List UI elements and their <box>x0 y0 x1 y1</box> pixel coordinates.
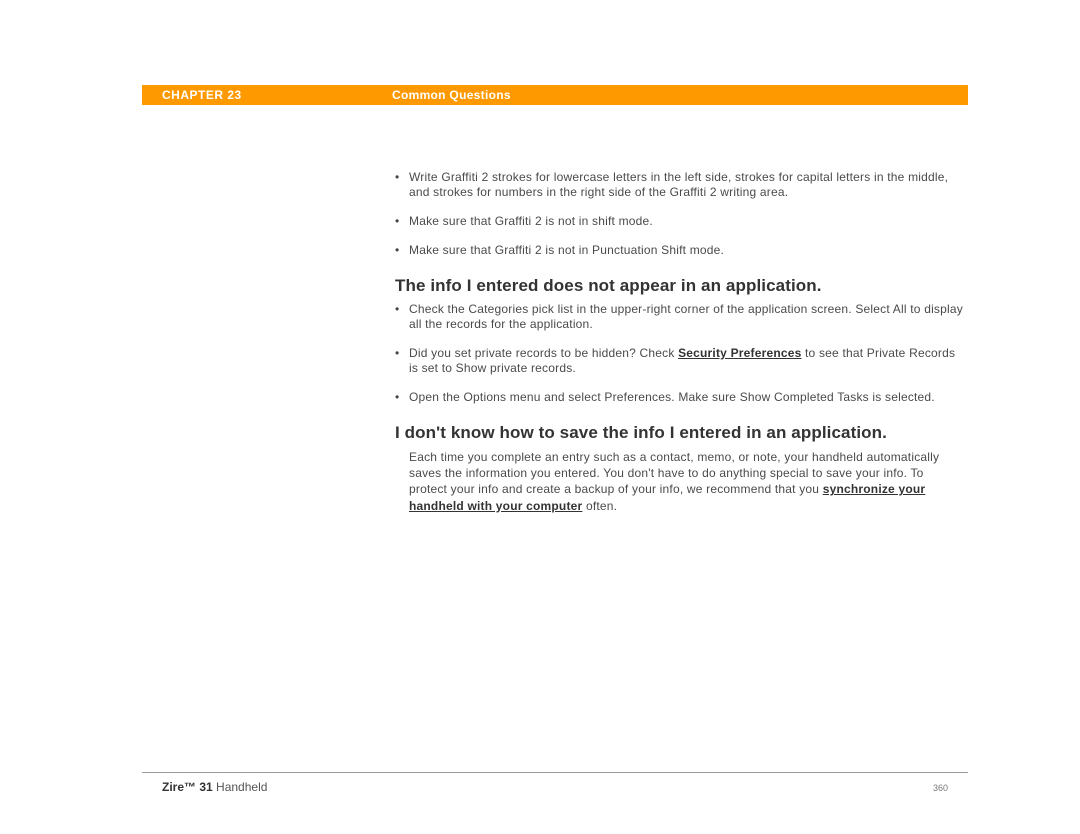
security-preferences-link[interactable]: Security Preferences <box>678 346 801 360</box>
list-item: Check the Categories pick list in the up… <box>395 302 965 332</box>
info-missing-list: Check the Categories pick list in the up… <box>395 302 965 405</box>
question-heading: I don't know how to save the info I ente… <box>395 423 965 443</box>
product-name-bold: Zire™ 31 <box>162 780 213 794</box>
page-footer: Zire™ 31 Handheld 360 <box>162 780 948 794</box>
product-name-rest: Handheld <box>213 780 268 794</box>
page-content: Write Graffiti 2 strokes for lowercase l… <box>395 170 965 514</box>
question-heading: The info I entered does not appear in an… <box>395 276 965 296</box>
chapter-label: CHAPTER 23 <box>162 88 392 102</box>
footer-divider <box>142 772 968 773</box>
text-fragment: often. <box>582 499 617 513</box>
text-fragment: Did you set private records to be hidden… <box>409 346 678 360</box>
list-item: Make sure that Graffiti 2 is not in Punc… <box>395 243 965 258</box>
graffiti-tips-list: Write Graffiti 2 strokes for lowercase l… <box>395 170 965 258</box>
save-info-paragraph: Each time you complete an entry such as … <box>409 449 965 514</box>
product-name: Zire™ 31 Handheld <box>162 780 267 794</box>
page-number: 360 <box>933 783 948 793</box>
list-item: Make sure that Graffiti 2 is not in shif… <box>395 214 965 229</box>
list-item: Open the Options menu and select Prefere… <box>395 390 965 405</box>
chapter-header: CHAPTER 23 Common Questions <box>142 85 968 105</box>
list-item: Write Graffiti 2 strokes for lowercase l… <box>395 170 965 200</box>
chapter-title: Common Questions <box>392 88 511 102</box>
list-item: Did you set private records to be hidden… <box>395 346 965 376</box>
